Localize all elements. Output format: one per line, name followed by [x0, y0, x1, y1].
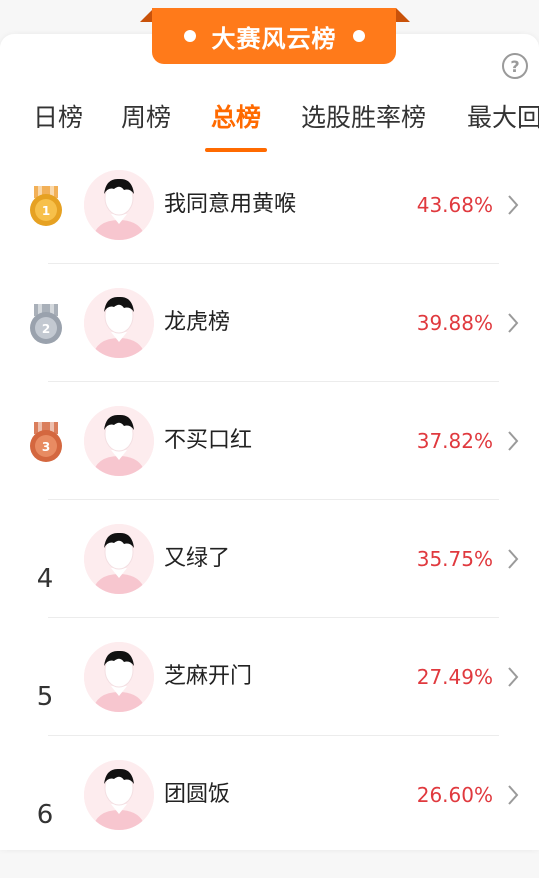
banner-body: 大赛风云榜 [152, 8, 396, 64]
row-divider [48, 735, 499, 736]
leaderboard-banner: 大赛风云榜 [140, 8, 410, 64]
help-icon[interactable]: ? [502, 53, 528, 79]
user-name: 不买口红 [164, 428, 253, 453]
chevron-right-icon[interactable] [506, 194, 520, 216]
avatar-icon [84, 406, 154, 476]
user-name: 团圆饭 [164, 782, 231, 807]
active-tab-indicator [205, 148, 267, 152]
tab-overall[interactable]: 总榜 [211, 96, 261, 140]
medal-rank-label: 1 [42, 204, 50, 218]
tab-weekly[interactable]: 周榜 [121, 96, 171, 140]
tab-win-rate[interactable]: 选股胜率榜 [301, 96, 426, 140]
rank-number: 4 [36, 564, 54, 594]
chevron-right-icon[interactable] [506, 430, 520, 452]
medal-rank-label: 2 [42, 322, 50, 336]
chevron-right-icon[interactable] [506, 784, 520, 806]
rank-number: 5 [36, 682, 54, 712]
row-divider [48, 499, 499, 500]
avatar-icon [84, 642, 154, 712]
ranking-row[interactable]: 5 芝麻开门 27.49% [0, 642, 539, 760]
banner-dot-icon [352, 30, 365, 42]
chevron-right-icon[interactable] [506, 312, 520, 334]
row-divider [48, 381, 499, 382]
user-name: 龙虎榜 [164, 310, 231, 335]
medal-icon: 2 [29, 304, 63, 346]
win-rate-value: 43.68% [416, 193, 493, 217]
avatar-icon [84, 524, 154, 594]
ranking-row[interactable]: 3 不买口红 37.82% [0, 406, 539, 524]
chevron-right-icon[interactable] [506, 666, 520, 688]
medal-icon: 1 [29, 186, 63, 228]
win-rate-value: 26.60% [416, 783, 493, 807]
ranking-row[interactable]: 6 团圆饭 26.60% [0, 760, 539, 878]
win-rate-value: 27.49% [416, 665, 493, 689]
row-divider [48, 617, 499, 618]
medal-icon: 3 [29, 422, 63, 464]
ranking-row[interactable]: 4 又绿了 35.75% [0, 524, 539, 642]
ranking-row[interactable]: 1 我同意用黄喉 43.68% [0, 170, 539, 288]
avatar-icon [84, 760, 154, 830]
ranking-row[interactable]: 2 龙虎榜 39.88% [0, 288, 539, 406]
user-name: 我同意用黄喉 [164, 192, 297, 217]
rank-number: 6 [36, 800, 54, 830]
tab-daily[interactable]: 日榜 [33, 96, 83, 140]
avatar-icon [84, 288, 154, 358]
avatar-icon [84, 170, 154, 240]
win-rate-value: 39.88% [416, 311, 493, 335]
banner-dot-icon [183, 30, 196, 42]
win-rate-value: 35.75% [416, 547, 493, 571]
win-rate-value: 37.82% [416, 429, 493, 453]
banner-title: 大赛风云榜 [211, 24, 337, 53]
tab-max-drawdown[interactable]: 最大回 [467, 96, 539, 140]
medal-rank-label: 3 [42, 440, 50, 454]
chevron-right-icon[interactable] [506, 548, 520, 570]
banner-wing-right [396, 8, 410, 22]
user-name: 芝麻开门 [164, 664, 253, 689]
tab-bar: 日榜 周榜 总榜 选股胜率榜 最大回 [0, 96, 539, 156]
user-name: 又绿了 [164, 546, 231, 571]
row-divider [48, 263, 499, 264]
